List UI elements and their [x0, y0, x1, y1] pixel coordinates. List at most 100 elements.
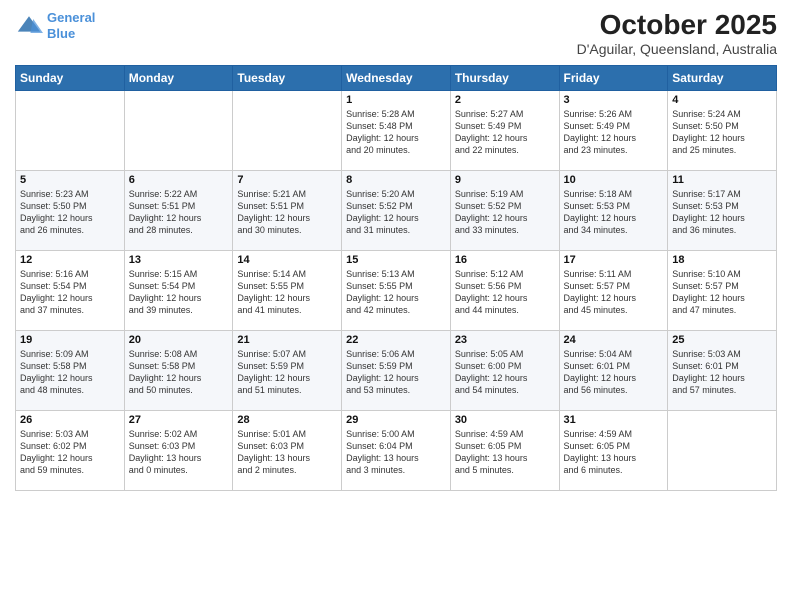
day-number: 31 — [564, 414, 664, 426]
day-info: Sunrise: 5:11 AM Sunset: 5:57 PM Dayligh… — [564, 268, 664, 317]
day-info: Sunrise: 5:20 AM Sunset: 5:52 PM Dayligh… — [346, 188, 446, 237]
day-info: Sunrise: 5:03 AM Sunset: 6:02 PM Dayligh… — [20, 428, 120, 477]
calendar-cell: 4 Sunrise: 5:24 AM Sunset: 5:50 PM Daylig… — [668, 90, 777, 170]
calendar-header-saturday: Saturday — [668, 65, 777, 90]
calendar-cell — [233, 90, 342, 170]
calendar-header-tuesday: Tuesday — [233, 65, 342, 90]
day-number: 4 — [672, 94, 772, 106]
calendar-cell: 24 Sunrise: 5:04 AM Sunset: 6:01 PM Dayli… — [559, 330, 668, 410]
calendar-week-row: 5Sunrise: 5:23 AM Sunset: 5:50 PM Daylig… — [16, 170, 777, 250]
day-number: 22 — [346, 334, 446, 346]
day-info: Sunrise: 5:04 AM Sunset: 6:01 PM Dayligh… — [564, 348, 664, 397]
calendar-cell: 10Sunrise: 5:18 AM Sunset: 5:53 PM Dayli… — [559, 170, 668, 250]
page: General Blue October 2025 D'Aguilar, Que… — [0, 0, 792, 612]
day-info: Sunrise: 5:02 AM Sunset: 6:03 PM Dayligh… — [129, 428, 229, 477]
day-info: Sunrise: 5:01 AM Sunset: 6:03 PM Dayligh… — [237, 428, 337, 477]
day-number: 13 — [129, 254, 229, 266]
day-info: Sunrise: 5:17 AM Sunset: 5:53 PM Dayligh… — [672, 188, 772, 237]
calendar-cell: 11 Sunrise: 5:17 AM Sunset: 5:53 PM Dayli… — [668, 170, 777, 250]
calendar-cell: 3Sunrise: 5:26 AM Sunset: 5:49 PM Daylig… — [559, 90, 668, 170]
day-number: 9 — [455, 174, 555, 186]
calendar-header-friday: Friday — [559, 65, 668, 90]
day-info: Sunrise: 5:22 AM Sunset: 5:51 PM Dayligh… — [129, 188, 229, 237]
calendar-cell: 30 Sunrise: 4:59 AM Sunset: 6:05 PM Dayli… — [450, 410, 559, 490]
day-info: Sunrise: 5:27 AM Sunset: 5:49 PM Dayligh… — [455, 108, 555, 157]
calendar-header-wednesday: Wednesday — [342, 65, 451, 90]
day-info: Sunrise: 5:18 AM Sunset: 5:53 PM Dayligh… — [564, 188, 664, 237]
day-number: 11 — [672, 174, 772, 186]
calendar-cell: 28 Sunrise: 5:01 AM Sunset: 6:03 PM Dayli… — [233, 410, 342, 490]
calendar-cell: 16 Sunrise: 5:12 AM Sunset: 5:56 PM Dayli… — [450, 250, 559, 330]
day-info: Sunrise: 4:59 AM Sunset: 6:05 PM Dayligh… — [455, 428, 555, 477]
calendar-header-monday: Monday — [124, 65, 233, 90]
day-number: 23 — [455, 334, 555, 346]
calendar-cell: 7Sunrise: 5:21 AM Sunset: 5:51 PM Daylig… — [233, 170, 342, 250]
logo-icon — [15, 12, 43, 40]
calendar-table: SundayMondayTuesdayWednesdayThursdayFrid… — [15, 65, 777, 491]
day-number: 12 — [20, 254, 120, 266]
day-number: 25 — [672, 334, 772, 346]
day-number: 6 — [129, 174, 229, 186]
month-title: October 2025 — [577, 10, 777, 41]
day-number: 27 — [129, 414, 229, 426]
calendar-cell: 27 Sunrise: 5:02 AM Sunset: 6:03 PM Dayli… — [124, 410, 233, 490]
calendar-header-sunday: Sunday — [16, 65, 125, 90]
day-number: 20 — [129, 334, 229, 346]
day-number: 18 — [672, 254, 772, 266]
day-number: 24 — [564, 334, 664, 346]
calendar-cell: 21 Sunrise: 5:07 AM Sunset: 5:59 PM Dayli… — [233, 330, 342, 410]
calendar-cell: 18 Sunrise: 5:10 AM Sunset: 5:57 PM Dayli… — [668, 250, 777, 330]
day-info: Sunrise: 5:15 AM Sunset: 5:54 PM Dayligh… — [129, 268, 229, 317]
calendar-cell: 8 Sunrise: 5:20 AM Sunset: 5:52 PM Daylig… — [342, 170, 451, 250]
calendar-week-row: 26 Sunrise: 5:03 AM Sunset: 6:02 PM Dayli… — [16, 410, 777, 490]
day-info: Sunrise: 4:59 AM Sunset: 6:05 PM Dayligh… — [564, 428, 664, 477]
day-info: Sunrise: 5:06 AM Sunset: 5:59 PM Dayligh… — [346, 348, 446, 397]
calendar-cell: 12Sunrise: 5:16 AM Sunset: 5:54 PM Dayli… — [16, 250, 125, 330]
day-number: 8 — [346, 174, 446, 186]
calendar-week-row: 19Sunrise: 5:09 AM Sunset: 5:58 PM Dayli… — [16, 330, 777, 410]
calendar-cell: 6 Sunrise: 5:22 AM Sunset: 5:51 PM Daylig… — [124, 170, 233, 250]
day-number: 30 — [455, 414, 555, 426]
calendar-week-row: 1 Sunrise: 5:28 AM Sunset: 5:48 PM Daylig… — [16, 90, 777, 170]
day-number: 16 — [455, 254, 555, 266]
logo-line2: Blue — [47, 26, 75, 41]
day-info: Sunrise: 5:23 AM Sunset: 5:50 PM Dayligh… — [20, 188, 120, 237]
day-info: Sunrise: 5:07 AM Sunset: 5:59 PM Dayligh… — [237, 348, 337, 397]
calendar-cell: 22 Sunrise: 5:06 AM Sunset: 5:59 PM Dayli… — [342, 330, 451, 410]
calendar-cell: 26 Sunrise: 5:03 AM Sunset: 6:02 PM Dayli… — [16, 410, 125, 490]
calendar-cell — [16, 90, 125, 170]
calendar-cell: 14Sunrise: 5:14 AM Sunset: 5:55 PM Dayli… — [233, 250, 342, 330]
calendar-cell: 19Sunrise: 5:09 AM Sunset: 5:58 PM Dayli… — [16, 330, 125, 410]
calendar-cell: 13 Sunrise: 5:15 AM Sunset: 5:54 PM Dayli… — [124, 250, 233, 330]
day-number: 14 — [237, 254, 337, 266]
logo-line1: General — [47, 10, 95, 25]
day-info: Sunrise: 5:10 AM Sunset: 5:57 PM Dayligh… — [672, 268, 772, 317]
calendar-cell: 1 Sunrise: 5:28 AM Sunset: 5:48 PM Daylig… — [342, 90, 451, 170]
day-info: Sunrise: 5:09 AM Sunset: 5:58 PM Dayligh… — [20, 348, 120, 397]
calendar-cell: 20 Sunrise: 5:08 AM Sunset: 5:58 PM Dayli… — [124, 330, 233, 410]
location-subtitle: D'Aguilar, Queensland, Australia — [577, 41, 777, 57]
day-number: 1 — [346, 94, 446, 106]
day-info: Sunrise: 5:21 AM Sunset: 5:51 PM Dayligh… — [237, 188, 337, 237]
calendar-header-thursday: Thursday — [450, 65, 559, 90]
day-info: Sunrise: 5:03 AM Sunset: 6:01 PM Dayligh… — [672, 348, 772, 397]
calendar-cell: 25 Sunrise: 5:03 AM Sunset: 6:01 PM Dayli… — [668, 330, 777, 410]
day-number: 28 — [237, 414, 337, 426]
logo-text: General Blue — [47, 10, 95, 41]
day-info: Sunrise: 5:08 AM Sunset: 5:58 PM Dayligh… — [129, 348, 229, 397]
logo: General Blue — [15, 10, 95, 41]
day-number: 2 — [455, 94, 555, 106]
day-info: Sunrise: 5:24 AM Sunset: 5:50 PM Dayligh… — [672, 108, 772, 157]
day-info: Sunrise: 5:12 AM Sunset: 5:56 PM Dayligh… — [455, 268, 555, 317]
day-number: 3 — [564, 94, 664, 106]
day-info: Sunrise: 5:28 AM Sunset: 5:48 PM Dayligh… — [346, 108, 446, 157]
day-number: 15 — [346, 254, 446, 266]
header: General Blue October 2025 D'Aguilar, Que… — [15, 10, 777, 57]
day-number: 21 — [237, 334, 337, 346]
calendar-week-row: 12Sunrise: 5:16 AM Sunset: 5:54 PM Dayli… — [16, 250, 777, 330]
day-info: Sunrise: 5:05 AM Sunset: 6:00 PM Dayligh… — [455, 348, 555, 397]
day-number: 26 — [20, 414, 120, 426]
calendar-cell: 29Sunrise: 5:00 AM Sunset: 6:04 PM Dayli… — [342, 410, 451, 490]
day-number: 17 — [564, 254, 664, 266]
calendar-cell: 15Sunrise: 5:13 AM Sunset: 5:55 PM Dayli… — [342, 250, 451, 330]
